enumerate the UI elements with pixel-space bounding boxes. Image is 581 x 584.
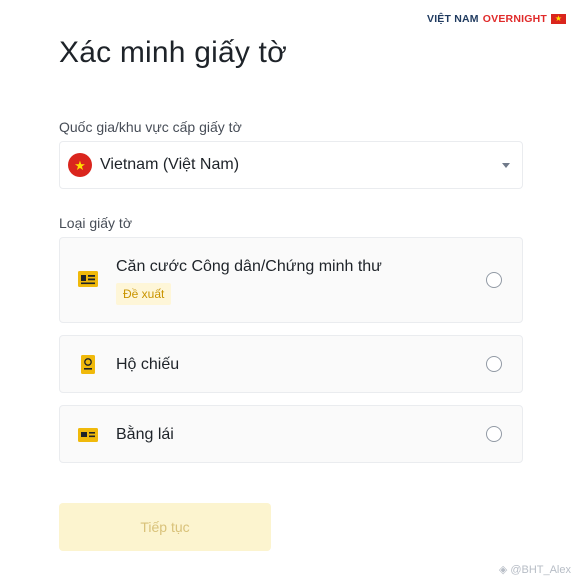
- doc-option-driver-license[interactable]: Bằng lái: [59, 405, 523, 463]
- doc-option-id-card[interactable]: Căn cước Công dân/Chứng minh thư Đề xuất: [59, 237, 523, 323]
- doc-option-label: Căn cước Công dân/Chứng minh thư: [116, 258, 382, 275]
- doc-option-passport[interactable]: Hộ chiếu: [59, 335, 523, 393]
- doc-option-label: Bằng lái: [116, 426, 174, 443]
- brand-logo: VIỆT NAM OVERNIGHT ★: [427, 13, 566, 25]
- watermark: ◈ @BHT_Alex: [498, 563, 571, 577]
- document-type-label: Loại giấy tờ: [59, 215, 133, 231]
- id-card-icon: [78, 271, 98, 287]
- vietnam-flag-icon: ★: [68, 153, 92, 177]
- passport-icon: [81, 355, 95, 374]
- country-label: Quốc gia/khu vực cấp giấy tờ: [59, 119, 242, 135]
- doc-option-radio[interactable]: [486, 356, 502, 372]
- doc-option-label: Hộ chiếu: [116, 356, 180, 373]
- recommended-badge: Đề xuất: [116, 283, 172, 305]
- doc-option-radio[interactable]: [486, 272, 502, 288]
- continue-button[interactable]: Tiếp tục: [59, 503, 271, 551]
- driver-license-icon: [78, 428, 98, 442]
- country-select[interactable]: ★ Vietnam (Việt Nam): [59, 141, 523, 189]
- watermark-text: @BHT_Alex: [510, 563, 571, 576]
- doc-option-radio[interactable]: [486, 426, 502, 442]
- caret-down-icon: [502, 162, 510, 168]
- brand-text-part1: VIỆT NAM: [426, 13, 479, 25]
- vietnam-flag-icon: ★: [551, 14, 566, 24]
- brand-text-part2: OVERNIGHT: [482, 13, 547, 25]
- country-select-value: Vietnam (Việt Nam): [100, 156, 240, 173]
- diamond-icon: ◈: [498, 564, 508, 576]
- page-title: Xác minh giấy tờ: [59, 36, 287, 69]
